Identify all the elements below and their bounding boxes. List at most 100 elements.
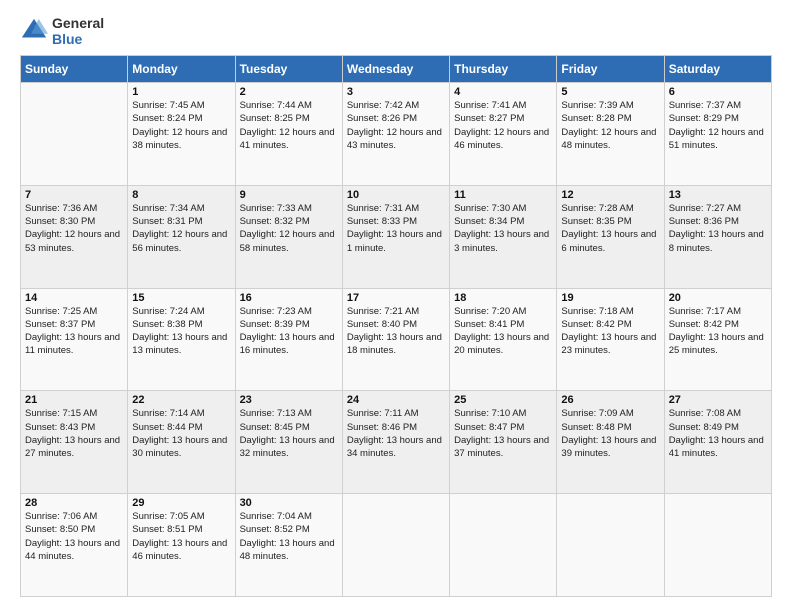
sunset-text: Sunset: 8:40 PM <box>347 318 445 331</box>
day-number: 14 <box>25 292 123 304</box>
daylight-text: Daylight: 13 hours and 18 minutes. <box>347 331 445 358</box>
sunrise-text: Sunrise: 7:37 AM <box>669 99 767 112</box>
header-thursday: Thursday <box>450 56 557 83</box>
sunset-text: Sunset: 8:30 PM <box>25 215 123 228</box>
sunset-text: Sunset: 8:43 PM <box>25 421 123 434</box>
sunrise-text: Sunrise: 7:04 AM <box>240 510 338 523</box>
day-number: 23 <box>240 394 338 406</box>
day-cell: 30Sunrise: 7:04 AMSunset: 8:52 PMDayligh… <box>235 494 342 597</box>
day-cell <box>21 83 128 186</box>
day-number: 27 <box>669 394 767 406</box>
day-info: Sunrise: 7:45 AMSunset: 8:24 PMDaylight:… <box>132 99 230 152</box>
daylight-text: Daylight: 12 hours and 48 minutes. <box>561 126 659 153</box>
sunset-text: Sunset: 8:39 PM <box>240 318 338 331</box>
day-number: 29 <box>132 497 230 509</box>
sunrise-text: Sunrise: 7:34 AM <box>132 202 230 215</box>
sunrise-text: Sunrise: 7:28 AM <box>561 202 659 215</box>
sunrise-text: Sunrise: 7:41 AM <box>454 99 552 112</box>
sunrise-text: Sunrise: 7:44 AM <box>240 99 338 112</box>
sunrise-text: Sunrise: 7:24 AM <box>132 305 230 318</box>
day-cell: 13Sunrise: 7:27 AMSunset: 8:36 PMDayligh… <box>664 185 771 288</box>
sunset-text: Sunset: 8:34 PM <box>454 215 552 228</box>
sunset-text: Sunset: 8:42 PM <box>561 318 659 331</box>
day-info: Sunrise: 7:13 AMSunset: 8:45 PMDaylight:… <box>240 407 338 460</box>
day-info: Sunrise: 7:20 AMSunset: 8:41 PMDaylight:… <box>454 305 552 358</box>
day-number: 20 <box>669 292 767 304</box>
day-info: Sunrise: 7:25 AMSunset: 8:37 PMDaylight:… <box>25 305 123 358</box>
day-info: Sunrise: 7:34 AMSunset: 8:31 PMDaylight:… <box>132 202 230 255</box>
daylight-text: Daylight: 12 hours and 56 minutes. <box>132 228 230 255</box>
sunrise-text: Sunrise: 7:33 AM <box>240 202 338 215</box>
sunrise-text: Sunrise: 7:15 AM <box>25 407 123 420</box>
sunrise-text: Sunrise: 7:21 AM <box>347 305 445 318</box>
daylight-text: Daylight: 13 hours and 48 minutes. <box>240 537 338 564</box>
daylight-text: Daylight: 13 hours and 3 minutes. <box>454 228 552 255</box>
sunrise-text: Sunrise: 7:36 AM <box>25 202 123 215</box>
day-number: 11 <box>454 189 552 201</box>
sunset-text: Sunset: 8:48 PM <box>561 421 659 434</box>
sunset-text: Sunset: 8:31 PM <box>132 215 230 228</box>
sunrise-text: Sunrise: 7:31 AM <box>347 202 445 215</box>
header-row: SundayMondayTuesdayWednesdayThursdayFrid… <box>21 56 772 83</box>
logo-icon <box>20 17 48 45</box>
daylight-text: Daylight: 13 hours and 34 minutes. <box>347 434 445 461</box>
sunrise-text: Sunrise: 7:42 AM <box>347 99 445 112</box>
day-cell: 27Sunrise: 7:08 AMSunset: 8:49 PMDayligh… <box>664 391 771 494</box>
day-info: Sunrise: 7:08 AMSunset: 8:49 PMDaylight:… <box>669 407 767 460</box>
daylight-text: Daylight: 13 hours and 16 minutes. <box>240 331 338 358</box>
daylight-text: Daylight: 13 hours and 41 minutes. <box>669 434 767 461</box>
day-number: 18 <box>454 292 552 304</box>
day-cell: 21Sunrise: 7:15 AMSunset: 8:43 PMDayligh… <box>21 391 128 494</box>
day-number: 2 <box>240 86 338 98</box>
day-info: Sunrise: 7:28 AMSunset: 8:35 PMDaylight:… <box>561 202 659 255</box>
day-cell <box>342 494 449 597</box>
sunset-text: Sunset: 8:44 PM <box>132 421 230 434</box>
day-cell <box>450 494 557 597</box>
sunset-text: Sunset: 8:47 PM <box>454 421 552 434</box>
day-info: Sunrise: 7:44 AMSunset: 8:25 PMDaylight:… <box>240 99 338 152</box>
day-info: Sunrise: 7:27 AMSunset: 8:36 PMDaylight:… <box>669 202 767 255</box>
day-number: 8 <box>132 189 230 201</box>
day-info: Sunrise: 7:15 AMSunset: 8:43 PMDaylight:… <box>25 407 123 460</box>
day-cell: 20Sunrise: 7:17 AMSunset: 8:42 PMDayligh… <box>664 288 771 391</box>
daylight-text: Daylight: 12 hours and 46 minutes. <box>454 126 552 153</box>
daylight-text: Daylight: 13 hours and 32 minutes. <box>240 434 338 461</box>
sunrise-text: Sunrise: 7:08 AM <box>669 407 767 420</box>
sunset-text: Sunset: 8:33 PM <box>347 215 445 228</box>
daylight-text: Daylight: 13 hours and 20 minutes. <box>454 331 552 358</box>
day-number: 10 <box>347 189 445 201</box>
day-cell: 28Sunrise: 7:06 AMSunset: 8:50 PMDayligh… <box>21 494 128 597</box>
day-cell: 15Sunrise: 7:24 AMSunset: 8:38 PMDayligh… <box>128 288 235 391</box>
sunset-text: Sunset: 8:28 PM <box>561 112 659 125</box>
sunrise-text: Sunrise: 7:39 AM <box>561 99 659 112</box>
sunset-text: Sunset: 8:45 PM <box>240 421 338 434</box>
daylight-text: Daylight: 13 hours and 37 minutes. <box>454 434 552 461</box>
day-info: Sunrise: 7:21 AMSunset: 8:40 PMDaylight:… <box>347 305 445 358</box>
day-number: 3 <box>347 86 445 98</box>
week-row-3: 21Sunrise: 7:15 AMSunset: 8:43 PMDayligh… <box>21 391 772 494</box>
logo-text: General Blue <box>52 15 104 47</box>
day-cell: 17Sunrise: 7:21 AMSunset: 8:40 PMDayligh… <box>342 288 449 391</box>
sunset-text: Sunset: 8:37 PM <box>25 318 123 331</box>
day-number: 4 <box>454 86 552 98</box>
day-cell: 11Sunrise: 7:30 AMSunset: 8:34 PMDayligh… <box>450 185 557 288</box>
day-info: Sunrise: 7:42 AMSunset: 8:26 PMDaylight:… <box>347 99 445 152</box>
day-number: 22 <box>132 394 230 406</box>
daylight-text: Daylight: 12 hours and 38 minutes. <box>132 126 230 153</box>
day-cell: 10Sunrise: 7:31 AMSunset: 8:33 PMDayligh… <box>342 185 449 288</box>
day-cell: 22Sunrise: 7:14 AMSunset: 8:44 PMDayligh… <box>128 391 235 494</box>
day-number: 16 <box>240 292 338 304</box>
day-info: Sunrise: 7:06 AMSunset: 8:50 PMDaylight:… <box>25 510 123 563</box>
day-cell: 5Sunrise: 7:39 AMSunset: 8:28 PMDaylight… <box>557 83 664 186</box>
day-number: 6 <box>669 86 767 98</box>
daylight-text: Daylight: 13 hours and 25 minutes. <box>669 331 767 358</box>
day-info: Sunrise: 7:37 AMSunset: 8:29 PMDaylight:… <box>669 99 767 152</box>
day-cell: 3Sunrise: 7:42 AMSunset: 8:26 PMDaylight… <box>342 83 449 186</box>
day-info: Sunrise: 7:04 AMSunset: 8:52 PMDaylight:… <box>240 510 338 563</box>
day-number: 28 <box>25 497 123 509</box>
daylight-text: Daylight: 13 hours and 27 minutes. <box>25 434 123 461</box>
day-cell <box>664 494 771 597</box>
week-row-0: 1Sunrise: 7:45 AMSunset: 8:24 PMDaylight… <box>21 83 772 186</box>
day-number: 30 <box>240 497 338 509</box>
day-cell: 6Sunrise: 7:37 AMSunset: 8:29 PMDaylight… <box>664 83 771 186</box>
